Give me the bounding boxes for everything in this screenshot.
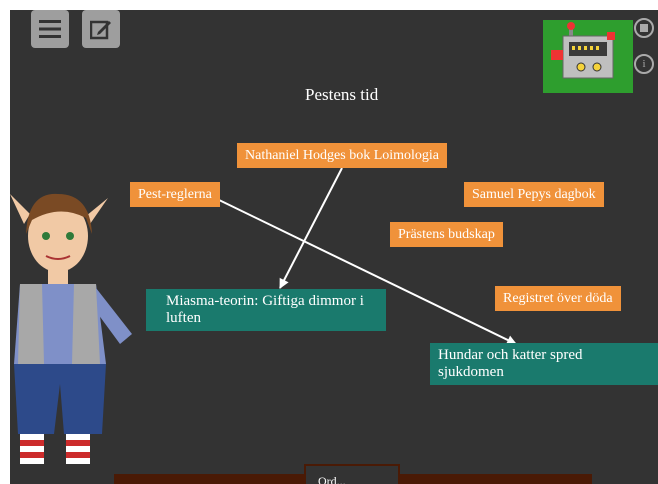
info-button[interactable]: i <box>634 54 654 74</box>
edit-icon <box>90 20 111 40</box>
stop-button[interactable] <box>634 18 654 38</box>
node-prasten[interactable]: Prästens budskap <box>390 222 503 247</box>
menu-button[interactable] <box>31 10 69 48</box>
node-registret[interactable]: Registret över döda <box>495 286 621 311</box>
bottom-tab-label: Ord... <box>318 476 346 484</box>
node-hodges[interactable]: Nathaniel Hodges bok Loimologia <box>237 143 448 168</box>
node-pest-reglerna[interactable]: Pest-reglerna <box>130 182 220 207</box>
node-miasma[interactable]: Miasma-teorin: Giftiga dimmor i luften <box>146 289 386 331</box>
edit-button[interactable] <box>82 10 120 48</box>
node-pepys[interactable]: Samuel Pepys dagbok <box>464 182 604 207</box>
elf-character <box>10 193 132 464</box>
map-title: Pestens tid <box>305 85 379 104</box>
node-hundar[interactable]: Hundar och katter spred sjukdomen <box>430 343 658 385</box>
info-icon: i <box>642 57 646 70</box>
canvas: i Pestens tid Nathaniel Hodges bok Loimo… <box>10 10 658 484</box>
link-hodges-miasma[interactable] <box>279 167 343 289</box>
robot-icon <box>551 22 615 79</box>
robot-helper[interactable] <box>543 20 633 93</box>
hamburger-icon <box>39 20 61 38</box>
stop-icon <box>640 24 648 32</box>
